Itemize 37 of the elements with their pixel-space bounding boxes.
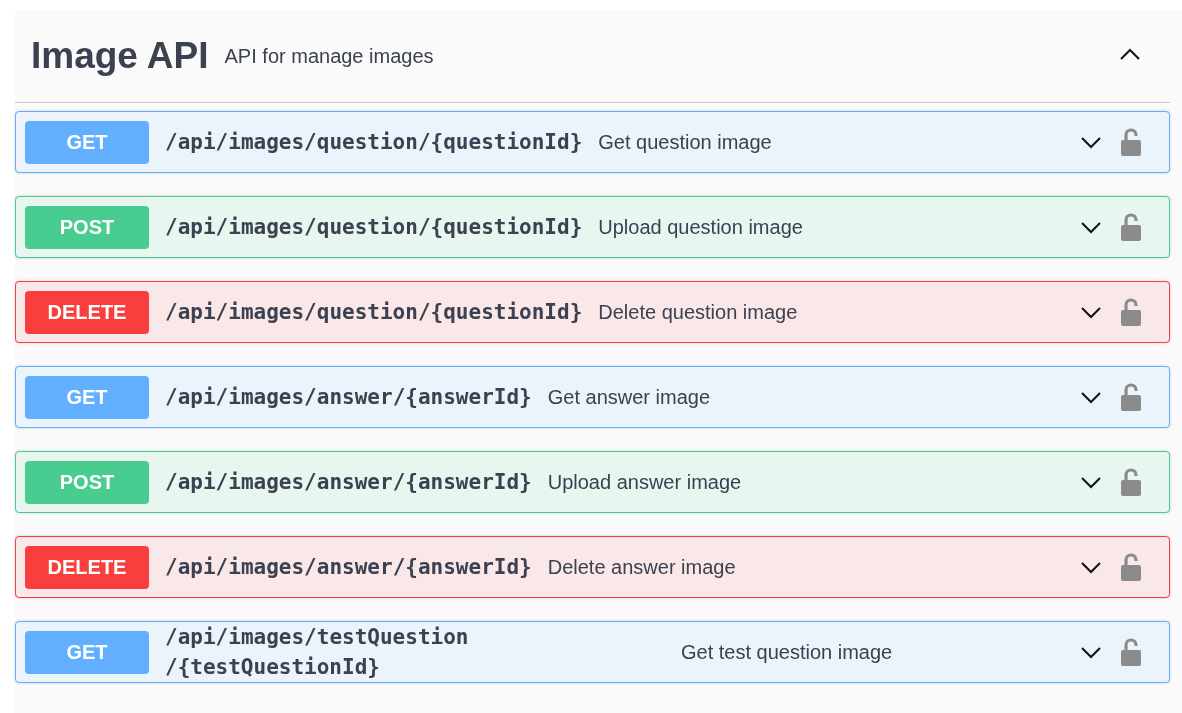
method-badge: GET xyxy=(25,375,149,419)
operation-row[interactable]: GET /api/images/testQuestion/{testQuestionId} Get test question image xyxy=(15,621,1170,683)
open-lock-icon[interactable] xyxy=(1118,296,1144,328)
open-lock-icon[interactable] xyxy=(1118,381,1144,413)
section-title[interactable]: Image API xyxy=(31,28,209,84)
operation-row[interactable]: GET /api/images/answer/{answerId} Get answer image xyxy=(15,366,1170,428)
endpoint-summary: Delete answer image xyxy=(547,555,736,580)
endpoint-path: /api/images/testQuestion/{testQuestionId} xyxy=(165,624,470,681)
open-lock-icon[interactable] xyxy=(1118,126,1144,158)
endpoint-path: /api/images/answer/{answerId} xyxy=(165,554,532,581)
endpoint-summary: Delete question image xyxy=(598,300,798,325)
method-badge: DELETE xyxy=(25,545,149,589)
operation-row[interactable]: POST /api/images/answer/{answerId} Upload answer image xyxy=(15,451,1170,513)
operation-row[interactable]: GET /api/images/question/{questionId} Get question image xyxy=(15,111,1170,173)
section-description: API for manage images xyxy=(224,44,434,69)
endpoint-summary: Get test question image xyxy=(681,640,893,665)
method-badge: GET xyxy=(25,630,149,674)
open-lock-icon[interactable] xyxy=(1118,466,1144,498)
operation-row[interactable]: DELETE /api/images/answer/{answerId} Delete answer image xyxy=(15,536,1170,598)
endpoint-summary: Upload question image xyxy=(598,215,803,240)
operation-row[interactable]: DELETE /api/images/question/{questionId} Delete question image xyxy=(15,281,1170,343)
open-lock-icon[interactable] xyxy=(1118,211,1144,243)
method-badge: POST xyxy=(25,460,149,504)
endpoint-path: /api/images/answer/{answerId} xyxy=(165,384,532,411)
endpoint-path: /api/images/answer/{answerId} xyxy=(165,469,532,496)
method-badge: DELETE xyxy=(25,290,149,334)
open-lock-icon[interactable] xyxy=(1118,551,1144,583)
endpoint-path: /api/images/question/{questionId} xyxy=(165,129,583,156)
endpoint-path: /api/images/question/{questionId} xyxy=(165,214,583,241)
endpoint-summary: Get question image xyxy=(598,130,772,155)
operation-row[interactable]: POST /api/images/question/{questionId} Upload question image xyxy=(15,196,1170,258)
endpoint-path: /api/images/question/{questionId} xyxy=(165,299,583,326)
method-badge: POST xyxy=(25,205,149,249)
endpoint-summary: Get answer image xyxy=(547,385,710,410)
method-badge: GET xyxy=(25,120,149,164)
endpoint-summary: Upload answer image xyxy=(547,470,742,495)
open-lock-icon[interactable] xyxy=(1118,636,1144,668)
